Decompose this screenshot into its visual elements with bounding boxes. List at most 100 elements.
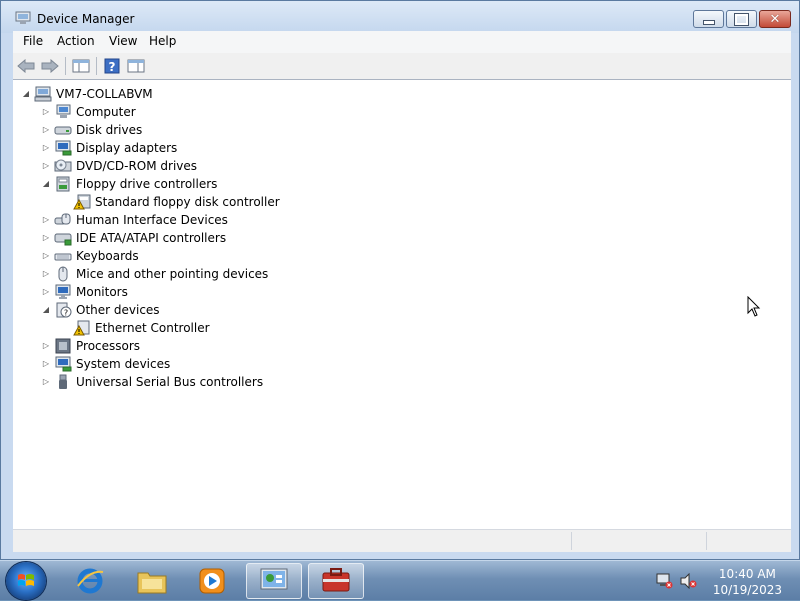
mouse-icon: [58, 266, 68, 282]
menu-view[interactable]: View: [105, 34, 141, 48]
taskbar-control-panel[interactable]: [246, 563, 302, 599]
expand-icon[interactable]: ▷: [41, 341, 51, 351]
svg-text:?: ?: [64, 309, 68, 318]
menu-help[interactable]: Help: [145, 34, 180, 48]
tree-item-universal-serial-bus-controllers[interactable]: ▷ Universal Serial Bus controllers: [41, 373, 263, 391]
processor-icon: [55, 338, 71, 354]
expand-icon[interactable]: ▷: [41, 161, 51, 171]
tree-item-label: System devices: [76, 357, 171, 371]
tree-item-display-adapters[interactable]: ▷ Display adapters: [41, 139, 177, 157]
tree-item-ide-ata-atapi-controllers[interactable]: ▷ IDE ATA/ATAPI controllers: [41, 229, 226, 247]
show-hide-console-tree-button[interactable]: [70, 56, 92, 76]
title-bar[interactable]: Device Manager ✕: [1, 1, 799, 33]
expand-icon[interactable]: ▷: [41, 215, 51, 225]
status-divider: [706, 532, 707, 550]
back-icon: [17, 59, 35, 73]
expand-icon[interactable]: ▷: [41, 125, 51, 135]
properties-view-button[interactable]: [125, 56, 147, 76]
tree-item-system-devices[interactable]: ▷ System devices: [41, 355, 170, 373]
clock[interactable]: 10:40 AM 10/19/2023: [713, 566, 782, 598]
display-adapter-icon: [55, 140, 72, 156]
tree-item-other-devices[interactable]: ◢ ? Other devices: [41, 301, 160, 319]
expand-icon[interactable]: ▷: [41, 269, 51, 279]
tree-item-floppy-drive-controllers[interactable]: ◢ Floppy drive controllers: [41, 175, 217, 193]
tree-item-label: Standard floppy disk controller: [95, 195, 280, 209]
tree-item-processors[interactable]: ▷ Processors: [41, 337, 140, 355]
tree-item-disk-drives[interactable]: ▷ Disk drives: [41, 121, 142, 139]
start-button[interactable]: [6, 562, 46, 600]
floppy-controller-icon: [56, 176, 70, 192]
taskbar: 10:40 AM 10/19/2023: [0, 560, 800, 600]
tree-item-label: Disk drives: [76, 123, 143, 137]
tree-item-mice-and-other-pointing-devices[interactable]: ▷ Mice and other pointing devices: [41, 265, 268, 283]
expand-icon[interactable]: ▷: [41, 107, 51, 117]
device-tree-panel: ◢ VM7-COLLABVM ▷ Computer ▷ Disk drives …: [13, 79, 791, 530]
collapse-icon[interactable]: ◢: [41, 305, 51, 315]
warning-device-icon: [73, 320, 90, 336]
taskbar-device-manager[interactable]: [308, 563, 364, 599]
menu-bar: File Action View Help: [13, 31, 791, 54]
back-button[interactable]: [15, 56, 37, 76]
volume-muted-icon[interactable]: [680, 573, 698, 589]
computer-root-icon: [34, 86, 52, 102]
collapse-icon[interactable]: ◢: [21, 89, 31, 99]
clock-time: 10:40 AM: [718, 567, 776, 581]
tree-item-label: Computer: [76, 105, 136, 119]
tree-item-standard-floppy-disk-controller[interactable]: Standard floppy disk controller: [73, 193, 280, 211]
disk-drive-icon: [54, 126, 72, 135]
close-icon: ✕: [769, 11, 781, 27]
minimize-icon: [702, 19, 715, 25]
collapse-icon[interactable]: ◢: [41, 179, 51, 189]
expand-icon[interactable]: ▷: [41, 377, 51, 387]
expand-icon[interactable]: ▷: [41, 233, 51, 243]
expand-icon[interactable]: ▷: [41, 143, 51, 153]
menu-file[interactable]: File: [19, 34, 47, 48]
tree-item-label: Mice and other pointing devices: [76, 267, 269, 281]
unknown-device-icon: ?: [56, 302, 72, 318]
minimize-button[interactable]: [693, 10, 724, 28]
tree-item-human-interface-devices[interactable]: ▷ Human Interface Devices: [41, 211, 228, 229]
tree-item-label: Keyboards: [76, 249, 139, 263]
help-button[interactable]: ?: [101, 56, 123, 76]
tree-item-label: Other devices: [76, 303, 160, 317]
show-hide-console-tree-icon: [72, 59, 90, 73]
tree-item-label: Ethernet Controller: [95, 321, 210, 335]
expand-icon[interactable]: ▷: [41, 251, 51, 261]
system-tray: 10:40 AM 10/19/2023: [650, 561, 790, 601]
help-icon: ?: [104, 58, 120, 74]
device-manager-task-icon: [322, 568, 350, 592]
taskbar-windows-explorer[interactable]: [124, 563, 180, 599]
tree-root-label: VM7-COLLABVM: [56, 87, 153, 101]
tree-item-keyboards[interactable]: ▷ Keyboards: [41, 247, 139, 265]
ide-controller-icon: [54, 233, 72, 246]
taskbar-internet-explorer[interactable]: [62, 563, 118, 599]
tree-item-label: Monitors: [76, 285, 128, 299]
windows-explorer-icon: [137, 572, 167, 594]
maximize-button[interactable]: [726, 10, 757, 28]
windows-logo-icon: [18, 574, 34, 586]
tree-item-label: DVD/CD-ROM drives: [76, 159, 198, 173]
expand-icon[interactable]: ▷: [41, 359, 51, 369]
tree-item-ethernet-controller[interactable]: Ethernet Controller: [73, 319, 210, 337]
svg-text:?: ?: [109, 60, 116, 74]
warning-device-icon: [73, 194, 91, 210]
tree-item-label: Universal Serial Bus controllers: [76, 375, 264, 389]
mouse-cursor-icon: [747, 296, 761, 317]
internet-explorer-icon: [77, 568, 104, 594]
toolbar-separator: [96, 57, 97, 75]
network-status-icon[interactable]: [656, 573, 674, 589]
forward-button[interactable]: [39, 56, 61, 76]
tree-item-computer[interactable]: ▷ Computer: [41, 103, 136, 121]
tree-root[interactable]: ◢ VM7-COLLABVM: [21, 85, 153, 103]
tree-item-label: IDE ATA/ATAPI controllers: [76, 231, 227, 245]
tree-item-label: Human Interface Devices: [76, 213, 228, 227]
taskbar-media-player[interactable]: [184, 563, 240, 599]
menu-action[interactable]: Action: [53, 34, 99, 48]
tree-item-monitors[interactable]: ▷ Monitors: [41, 283, 128, 301]
toolbar-separator: [65, 57, 66, 75]
close-button[interactable]: ✕: [759, 10, 791, 28]
tree-item-dvd-cd-rom-drives[interactable]: ▷ DVD/CD-ROM drives: [41, 157, 197, 175]
expand-icon[interactable]: ▷: [41, 287, 51, 297]
properties-view-icon: [127, 59, 145, 73]
hid-icon: [54, 213, 71, 225]
